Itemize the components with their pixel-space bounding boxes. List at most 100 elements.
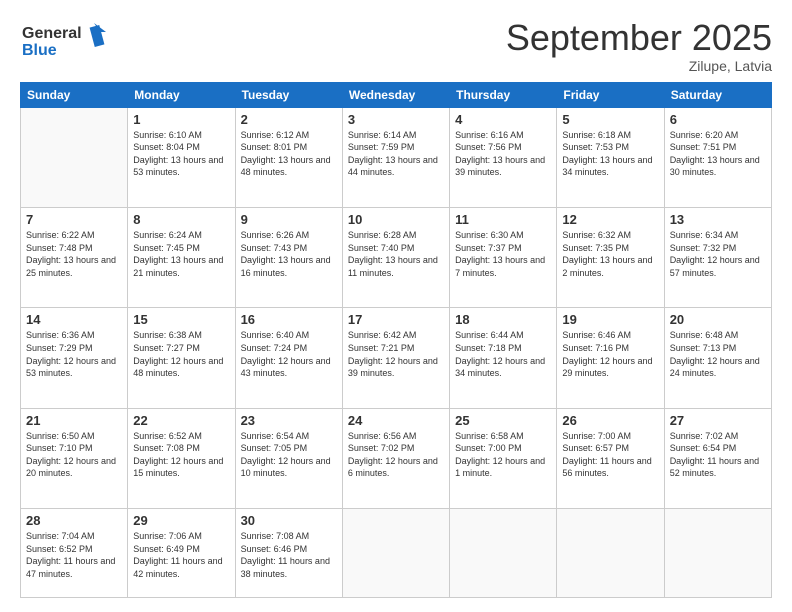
table-row: 4Sunrise: 6:16 AMSunset: 7:56 PMDaylight… — [450, 107, 557, 207]
day-number: 10 — [348, 212, 444, 227]
table-row: 2 Sunrise: 6:12 AMSunset: 8:01 PMDaylight… — [235, 107, 342, 207]
day-number: 14 — [26, 312, 122, 327]
table-row: 20Sunrise: 6:48 AMSunset: 7:13 PMDayligh… — [664, 308, 771, 408]
table-row: 14 Sunrise: 6:36 AMSunset: 7:29 PMDayligh… — [21, 308, 128, 408]
day-info: Sunrise: 6:22 AMSunset: 7:48 PMDaylight:… — [26, 229, 122, 279]
day-info: Sunrise: 6:32 AMSunset: 7:35 PMDaylight:… — [562, 229, 658, 279]
header-friday: Friday — [557, 82, 664, 107]
day-info: Sunrise: 6:48 AMSunset: 7:13 PMDaylight:… — [670, 329, 766, 379]
day-info: Sunrise: 6:58 AMSunset: 7:00 PMDaylight:… — [455, 430, 551, 480]
day-info: Sunrise: 6:24 AMSunset: 7:45 PMDaylight:… — [133, 229, 229, 279]
header-sunday: Sunday — [21, 82, 128, 107]
header-saturday: Saturday — [664, 82, 771, 107]
day-info: Sunrise: 6:56 AMSunset: 7:02 PMDaylight:… — [348, 430, 444, 480]
day-number: 25 — [455, 413, 551, 428]
location: Zilupe, Latvia — [506, 58, 772, 74]
table-row — [664, 509, 771, 598]
day-number: 13 — [670, 212, 766, 227]
table-row: 18 Sunrise: 6:44 AMSunset: 7:18 PMDayligh… — [450, 308, 557, 408]
table-row: 8 Sunrise: 6:24 AMSunset: 7:45 PMDaylight… — [128, 207, 235, 307]
day-info: Sunrise: 6:18 AMSunset: 7:53 PMDaylight:… — [562, 129, 658, 179]
day-number: 18 — [455, 312, 551, 327]
table-row — [21, 107, 128, 207]
day-info: Sunrise: 7:06 AMSunset: 6:49 PMDaylight:… — [133, 530, 229, 580]
day-number: 21 — [26, 413, 122, 428]
day-info: Sunrise: 6:26 AMSunset: 7:43 PMDaylight:… — [241, 229, 337, 279]
calendar-table: Sunday Monday Tuesday Wednesday Thursday… — [20, 82, 772, 598]
day-info: Sunrise: 6:10 AMSunset: 8:04 PMDaylight:… — [133, 129, 229, 179]
table-row: 1 Sunrise: 6:10 AMSunset: 8:04 PMDaylight… — [128, 107, 235, 207]
table-row: 26 Sunrise: 7:00 AMSunset: 6:57 PMDayligh… — [557, 408, 664, 508]
day-info: Sunrise: 6:12 AMSunset: 8:01 PMDaylight:… — [241, 129, 337, 179]
table-row: 7 Sunrise: 6:22 AMSunset: 7:48 PMDaylight… — [21, 207, 128, 307]
day-number: 8 — [133, 212, 229, 227]
day-info: Sunrise: 6:30 AMSunset: 7:37 PMDaylight:… — [455, 229, 551, 279]
table-row — [450, 509, 557, 598]
table-row: 28 Sunrise: 7:04 AMSunset: 6:52 PMDayligh… — [21, 509, 128, 598]
weekday-header-row: Sunday Monday Tuesday Wednesday Thursday… — [21, 82, 772, 107]
day-number: 1 — [133, 112, 229, 127]
day-number: 11 — [455, 212, 551, 227]
day-info: Sunrise: 6:16 AMSunset: 7:56 PMDaylight:… — [455, 129, 551, 179]
day-info: Sunrise: 6:52 AMSunset: 7:08 PMDaylight:… — [133, 430, 229, 480]
table-row: 23 Sunrise: 6:54 AMSunset: 7:05 PMDayligh… — [235, 408, 342, 508]
day-number: 7 — [26, 212, 122, 227]
table-row: 16 Sunrise: 6:40 AMSunset: 7:24 PMDayligh… — [235, 308, 342, 408]
month-title: September 2025 — [506, 18, 772, 58]
table-row: 15Sunrise: 6:38 AMSunset: 7:27 PMDayligh… — [128, 308, 235, 408]
logo-text: General Blue — [20, 18, 110, 65]
day-number: 23 — [241, 413, 337, 428]
table-row: 21 Sunrise: 6:50 AMSunset: 7:10 PMDayligh… — [21, 408, 128, 508]
day-info: Sunrise: 7:08 AMSunset: 6:46 PMDaylight:… — [241, 530, 337, 580]
table-row: 3Sunrise: 6:14 AMSunset: 7:59 PMDaylight… — [342, 107, 449, 207]
table-row: 6 Sunrise: 6:20 AMSunset: 7:51 PMDaylight… — [664, 107, 771, 207]
header: General Blue September 2025 Zilupe, Latv… — [20, 18, 772, 74]
table-row: 11 Sunrise: 6:30 AMSunset: 7:37 PMDayligh… — [450, 207, 557, 307]
day-number: 17 — [348, 312, 444, 327]
day-number: 9 — [241, 212, 337, 227]
day-info: Sunrise: 6:54 AMSunset: 7:05 PMDaylight:… — [241, 430, 337, 480]
day-info: Sunrise: 6:20 AMSunset: 7:51 PMDaylight:… — [670, 129, 766, 179]
day-number: 22 — [133, 413, 229, 428]
table-row: 30 Sunrise: 7:08 AMSunset: 6:46 PMDayligh… — [235, 509, 342, 598]
table-row: 5 Sunrise: 6:18 AMSunset: 7:53 PMDaylight… — [557, 107, 664, 207]
day-info: Sunrise: 7:00 AMSunset: 6:57 PMDaylight:… — [562, 430, 658, 480]
table-row: 25 Sunrise: 6:58 AMSunset: 7:00 PMDayligh… — [450, 408, 557, 508]
day-info: Sunrise: 6:28 AMSunset: 7:40 PMDaylight:… — [348, 229, 444, 279]
day-number: 26 — [562, 413, 658, 428]
day-info: Sunrise: 6:44 AMSunset: 7:18 PMDaylight:… — [455, 329, 551, 379]
day-number: 30 — [241, 513, 337, 528]
day-number: 24 — [348, 413, 444, 428]
table-row: 13 Sunrise: 6:34 AMSunset: 7:32 PMDayligh… — [664, 207, 771, 307]
table-row: 12 Sunrise: 6:32 AMSunset: 7:35 PMDayligh… — [557, 207, 664, 307]
table-row: 24 Sunrise: 6:56 AMSunset: 7:02 PMDayligh… — [342, 408, 449, 508]
table-row: 19Sunrise: 6:46 AMSunset: 7:16 PMDayligh… — [557, 308, 664, 408]
day-number: 27 — [670, 413, 766, 428]
day-info: Sunrise: 6:34 AMSunset: 7:32 PMDaylight:… — [670, 229, 766, 279]
day-number: 5 — [562, 112, 658, 127]
header-tuesday: Tuesday — [235, 82, 342, 107]
page: General Blue September 2025 Zilupe, Latv… — [0, 0, 792, 612]
day-number: 12 — [562, 212, 658, 227]
day-info: Sunrise: 6:40 AMSunset: 7:24 PMDaylight:… — [241, 329, 337, 379]
day-info: Sunrise: 6:14 AMSunset: 7:59 PMDaylight:… — [348, 129, 444, 179]
day-number: 15 — [133, 312, 229, 327]
day-number: 2 — [241, 112, 337, 127]
day-info: Sunrise: 7:02 AMSunset: 6:54 PMDaylight:… — [670, 430, 766, 480]
day-info: Sunrise: 6:50 AMSunset: 7:10 PMDaylight:… — [26, 430, 122, 480]
day-info: Sunrise: 7:04 AMSunset: 6:52 PMDaylight:… — [26, 530, 122, 580]
title-block: September 2025 Zilupe, Latvia — [506, 18, 772, 74]
day-info: Sunrise: 6:42 AMSunset: 7:21 PMDaylight:… — [348, 329, 444, 379]
logo: General Blue — [20, 18, 110, 65]
table-row: 29 Sunrise: 7:06 AMSunset: 6:49 PMDayligh… — [128, 509, 235, 598]
header-wednesday: Wednesday — [342, 82, 449, 107]
day-number: 19 — [562, 312, 658, 327]
table-row: 10 Sunrise: 6:28 AMSunset: 7:40 PMDayligh… — [342, 207, 449, 307]
day-number: 16 — [241, 312, 337, 327]
day-info: Sunrise: 6:36 AMSunset: 7:29 PMDaylight:… — [26, 329, 122, 379]
day-number: 6 — [670, 112, 766, 127]
table-row: 17 Sunrise: 6:42 AMSunset: 7:21 PMDayligh… — [342, 308, 449, 408]
day-number: 29 — [133, 513, 229, 528]
table-row: 22 Sunrise: 6:52 AMSunset: 7:08 PMDayligh… — [128, 408, 235, 508]
day-number: 28 — [26, 513, 122, 528]
